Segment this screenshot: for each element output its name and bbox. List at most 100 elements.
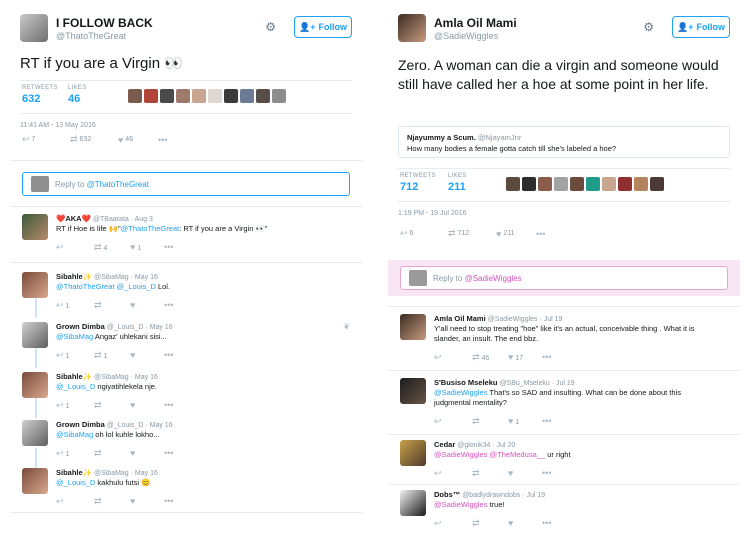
reply-action[interactable]: ↩ 1 <box>56 350 94 361</box>
liker-avatar[interactable] <box>208 89 222 103</box>
reply-action[interactable]: ↩ 1 <box>56 448 94 459</box>
liker-avatar[interactable] <box>570 177 584 191</box>
avatar[interactable] <box>22 214 48 240</box>
reply-icon[interactable]: ↩ <box>434 352 472 363</box>
liker-avatar[interactable] <box>272 89 286 103</box>
mention-link[interactable]: @_Louis_D <box>56 382 95 391</box>
avatar[interactable] <box>400 378 426 404</box>
mention-link[interactable]: @SadieWiggles <box>434 500 487 509</box>
more-icon[interactable]: ••• <box>542 518 551 529</box>
retweet-action[interactable]: ⇄ 712 <box>448 228 496 239</box>
reply-name[interactable]: Dobs™ <box>434 490 460 499</box>
reply-tweet[interactable]: Sibahle✨ @SibaMag · May 16 @ThatoTheGrea… <box>22 272 350 314</box>
liker-avatar[interactable] <box>602 177 616 191</box>
retweet-icon[interactable]: ⇄ <box>94 300 130 311</box>
reply-icon[interactable]: ↩ <box>56 242 94 253</box>
liker-avatar[interactable] <box>160 89 174 103</box>
more-icon[interactable]: ••• <box>542 468 551 479</box>
retweet-icon[interactable]: ⇄ <box>472 468 508 479</box>
reply-name[interactable]: Grown Dimba <box>56 322 105 331</box>
avatar[interactable] <box>22 272 48 298</box>
heart-icon[interactable]: ♥ <box>508 518 542 529</box>
heart-icon[interactable]: ♥ <box>130 400 164 411</box>
retweet-action[interactable]: ⇄ 46 <box>472 352 508 363</box>
like-action[interactable]: ♥ 17 <box>508 352 542 363</box>
retweet-icon[interactable]: ⇄ <box>94 400 130 411</box>
liker-avatar[interactable] <box>650 177 664 191</box>
user-handle[interactable]: @ThatoTheGreat <box>56 31 126 41</box>
display-name[interactable]: I FOLLOW BACK <box>56 16 153 30</box>
reply-name[interactable]: ❤️AKA❤️ <box>56 214 91 223</box>
more-icon[interactable]: ••• <box>164 350 173 361</box>
more-icon[interactable]: ••• <box>164 448 173 459</box>
heart-icon[interactable]: ♥ <box>130 300 164 311</box>
retweet-action[interactable]: ⇄ 4 <box>94 242 130 253</box>
liker-avatar[interactable] <box>240 89 254 103</box>
reply-name[interactable]: Sibahle✨ <box>56 272 92 281</box>
mention-link[interactable]: @SadieWiggles <box>434 388 487 397</box>
like-action[interactable]: ♥ 46 <box>118 135 158 145</box>
avatar[interactable] <box>22 372 48 398</box>
mention-link[interactable]: @_Louis_D <box>56 478 95 487</box>
more-icon[interactable]: ••• <box>164 242 173 253</box>
reply-input[interactable]: Reply to @SadieWiggles <box>400 266 728 290</box>
reply-icon[interactable]: ↩ <box>434 468 472 479</box>
more-icon[interactable]: ••• <box>164 300 173 311</box>
reply-action[interactable]: ↩ 6 <box>400 228 448 239</box>
retweet-action[interactable]: ⇄ 1 <box>94 350 130 361</box>
reply-input[interactable]: Reply to @ThatoTheGreat <box>22 172 350 196</box>
liker-avatar[interactable] <box>586 177 600 191</box>
display-name[interactable]: Amla Oil Mami <box>434 16 517 30</box>
retweet-icon[interactable]: ⇄ <box>472 518 508 529</box>
like-action[interactable]: ♥ 1 <box>130 242 164 253</box>
retweets-stat[interactable]: RETWEETS 632 <box>22 85 58 105</box>
liker-avatar[interactable] <box>634 177 648 191</box>
liker-avatar[interactable] <box>128 89 142 103</box>
retweet-action[interactable]: ⇄ 632 <box>70 134 118 145</box>
reply-icon[interactable]: ↩ <box>434 518 472 529</box>
reply-name[interactable]: Sibahle✨ <box>56 372 92 381</box>
reply-name[interactable]: S'Busiso Mseleku <box>434 378 497 387</box>
heart-icon[interactable]: ♥ <box>508 468 542 479</box>
reply-tweet[interactable]: Sibahle✨ @SibaMag · May 16 @_Louis_D ngi… <box>22 372 350 414</box>
liker-avatar[interactable] <box>538 177 552 191</box>
reply-name[interactable]: Cedar <box>434 440 455 449</box>
more-icon[interactable]: ••• <box>164 400 173 411</box>
heart-icon[interactable]: ♥ <box>130 496 164 507</box>
more-icon[interactable]: ••• <box>158 135 167 145</box>
retweets-stat[interactable]: RETWEETS 712 <box>400 173 436 193</box>
follow-button[interactable]: 👤+ Follow <box>294 16 352 38</box>
gear-icon[interactable]: ⚙ <box>265 20 276 34</box>
reply-tweet[interactable]: Sibahle✨ @SibaMag · May 16 @_Louis_D kak… <box>22 468 350 510</box>
follow-button[interactable]: 👤+ Follow <box>672 16 730 38</box>
liker-avatar[interactable] <box>554 177 568 191</box>
like-action[interactable]: ♥ 211 <box>496 229 536 239</box>
reply-name[interactable]: Amla Oil Mami <box>434 314 486 323</box>
liker-avatar[interactable] <box>144 89 158 103</box>
reply-action[interactable]: ↩ 1 <box>56 300 94 311</box>
liker-avatar[interactable] <box>224 89 238 103</box>
retweet-icon[interactable]: ⇄ <box>94 448 130 459</box>
reply-action[interactable]: ↩ 1 <box>56 400 94 411</box>
reply-tweet[interactable]: Dobs™ @badlydrawndobs · Jul 19 @SadieWig… <box>400 490 728 530</box>
reply-tweet[interactable]: Cedar @glonik34 · Jul 20 @SadieWiggles @… <box>400 440 728 480</box>
avatar[interactable] <box>398 14 426 42</box>
reply-tweet[interactable]: Amla Oil Mami @SadieWiggles · Jul 19 Y'a… <box>400 314 728 368</box>
mention-link[interactable]: @SibaMag <box>56 430 93 439</box>
mention-link[interactable]: @SadieWiggles @TheMedusa__ <box>434 450 545 459</box>
user-handle[interactable]: @SadieWiggles <box>434 31 498 41</box>
mention-link[interactable]: @ThatoTheGreat @_Louis_D <box>56 282 156 291</box>
likes-stat[interactable]: LIKES 211 <box>448 173 467 193</box>
avatar[interactable] <box>400 440 426 466</box>
gear-icon[interactable]: ⚙ <box>643 20 654 34</box>
likes-stat[interactable]: LIKES 46 <box>68 85 87 105</box>
reply-tweet[interactable]: S'Busiso Mseleku @SBu_Mseleku · Jul 19 @… <box>400 378 728 432</box>
heart-icon[interactable]: ♥ <box>130 350 164 361</box>
reply-name[interactable]: Grown Dimba <box>56 420 105 429</box>
more-icon[interactable]: ••• <box>542 416 551 427</box>
retweet-icon[interactable]: ⇄ <box>472 416 508 427</box>
reply-tweet[interactable]: ❤️AKA❤️ @TBaarata · Aug 3 RT if Hoe is l… <box>22 214 350 256</box>
reply-icon[interactable]: ↩ <box>434 416 472 427</box>
avatar[interactable] <box>400 490 426 516</box>
avatar[interactable] <box>22 420 48 446</box>
